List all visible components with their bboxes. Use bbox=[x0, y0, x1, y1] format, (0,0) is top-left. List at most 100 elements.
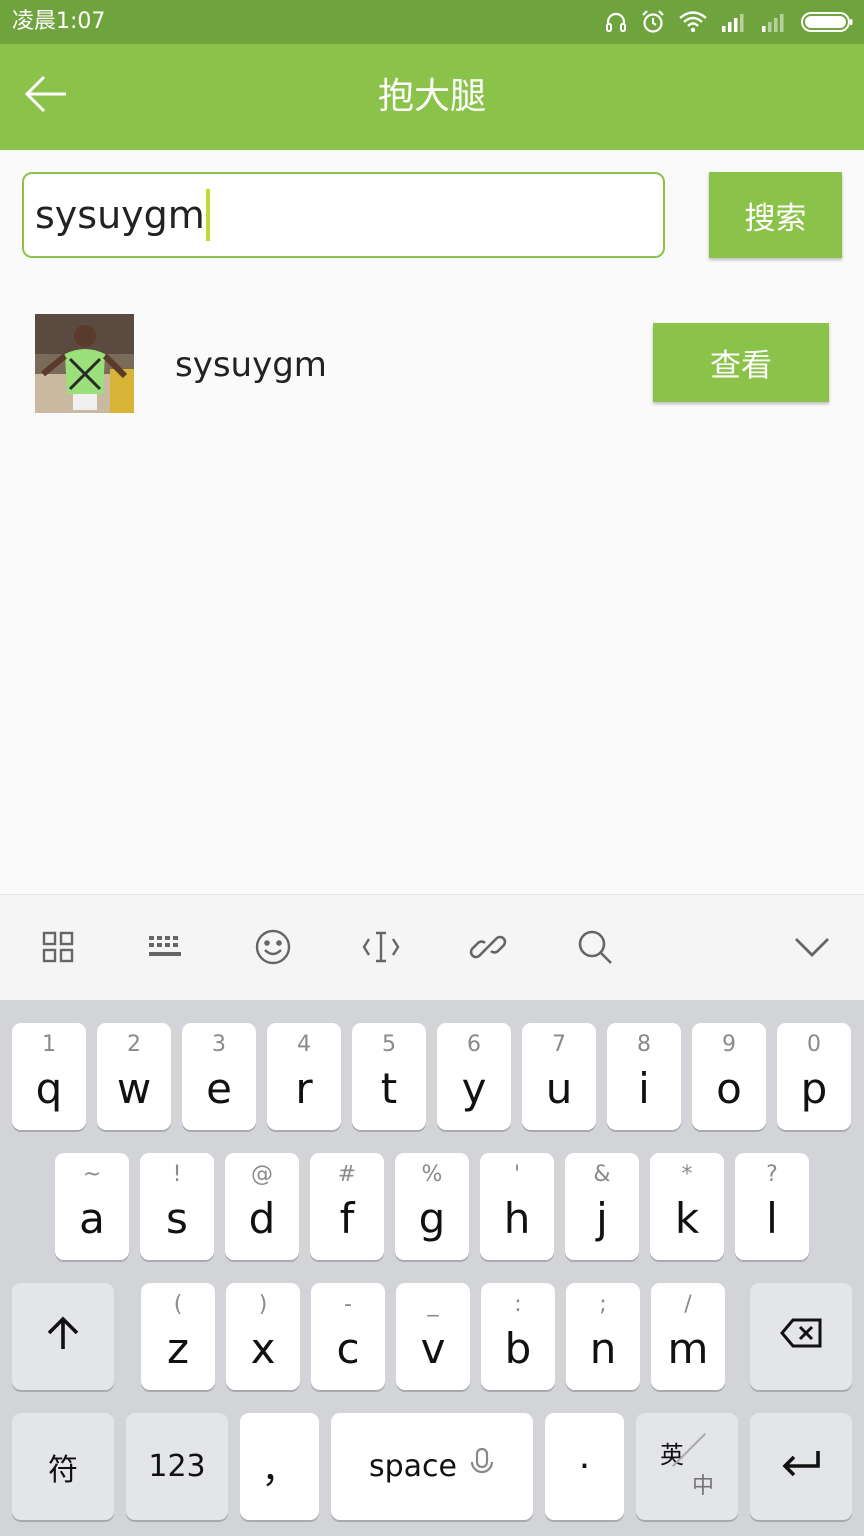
key-hint: ) bbox=[258, 1292, 268, 1317]
key-hint: : bbox=[514, 1292, 522, 1317]
key-j[interactable]: & j bbox=[565, 1153, 639, 1260]
key-label: f bbox=[339, 1194, 355, 1243]
text-cursor-icon[interactable] bbox=[355, 921, 407, 973]
key-v[interactable]: _ v bbox=[396, 1283, 470, 1390]
key-s[interactable]: ! s bbox=[140, 1153, 214, 1260]
search-icon[interactable] bbox=[569, 921, 621, 973]
key-z[interactable]: (z bbox=[141, 1283, 215, 1390]
comma-key[interactable]: ， bbox=[240, 1413, 319, 1520]
key-hint: ' bbox=[513, 1162, 521, 1187]
key-label: t bbox=[380, 1064, 398, 1113]
key-o[interactable]: 9o bbox=[692, 1023, 766, 1130]
key-b[interactable]: :b bbox=[481, 1283, 555, 1390]
emoji-icon[interactable] bbox=[247, 921, 299, 973]
period-key[interactable]: · bbox=[545, 1413, 624, 1520]
key-label: o bbox=[716, 1064, 742, 1113]
key-hint: 4 bbox=[297, 1032, 311, 1057]
link-icon[interactable] bbox=[462, 921, 514, 973]
key-hint: 7 bbox=[552, 1032, 566, 1057]
key-f[interactable]: # f bbox=[310, 1153, 384, 1260]
key-hint: & bbox=[593, 1162, 611, 1187]
key-label: g bbox=[418, 1194, 446, 1243]
key-l[interactable]: ? l bbox=[735, 1153, 809, 1260]
key-h[interactable]: ' h bbox=[480, 1153, 554, 1260]
key-hint: 2 bbox=[127, 1032, 141, 1057]
chevron-down-icon[interactable] bbox=[786, 921, 838, 973]
page-title: 抱大腿 bbox=[377, 76, 486, 117]
search-button[interactable]: 搜索 bbox=[709, 172, 842, 258]
key-a[interactable]: ~ a bbox=[55, 1153, 129, 1260]
key-w[interactable]: 2w bbox=[97, 1023, 171, 1130]
wifi-icon bbox=[678, 10, 708, 34]
key-label: s bbox=[166, 1194, 188, 1243]
shift-key[interactable] bbox=[12, 1283, 114, 1390]
key-hint: * bbox=[681, 1162, 693, 1187]
key-t[interactable]: 5t bbox=[352, 1023, 426, 1130]
key-hint: % bbox=[421, 1162, 443, 1187]
key-hint: ? bbox=[766, 1162, 778, 1187]
key-label: q bbox=[35, 1064, 63, 1113]
key-q[interactable]: 1q bbox=[12, 1023, 86, 1130]
key-k[interactable]: * k bbox=[650, 1153, 724, 1260]
search-input[interactable]: sysuygm bbox=[22, 172, 665, 258]
language-switch-key[interactable]: 英 中 bbox=[636, 1413, 738, 1520]
key-hint: 1 bbox=[42, 1032, 56, 1057]
key-hint: _ bbox=[427, 1292, 439, 1317]
key-hint: ~ bbox=[82, 1162, 102, 1187]
text-cursor bbox=[205, 189, 210, 241]
key-label: z bbox=[166, 1324, 190, 1373]
key-hint: 5 bbox=[382, 1032, 396, 1057]
key-x[interactable]: ) x bbox=[226, 1283, 300, 1390]
key-i[interactable]: 8i bbox=[607, 1023, 681, 1130]
backspace-key[interactable] bbox=[750, 1283, 852, 1390]
key-hint: @ bbox=[251, 1162, 273, 1187]
key-label: w bbox=[116, 1064, 152, 1113]
key-m[interactable]: / m bbox=[651, 1283, 725, 1390]
key-label: x bbox=[250, 1324, 276, 1373]
key-label: b bbox=[504, 1324, 532, 1373]
key-c[interactable]: -c bbox=[311, 1283, 385, 1390]
key-n[interactable]: ; n bbox=[566, 1283, 640, 1390]
space-key[interactable]: space bbox=[331, 1413, 533, 1520]
key-hint: ( bbox=[173, 1292, 183, 1317]
key-hint: 6 bbox=[467, 1032, 481, 1057]
key-hint: 9 bbox=[722, 1032, 736, 1057]
key-label: h bbox=[503, 1194, 531, 1243]
lang-chinese-label: 中 bbox=[691, 1474, 714, 1499]
enter-icon bbox=[780, 1448, 822, 1486]
grid-icon[interactable] bbox=[32, 921, 84, 973]
numbers-key[interactable]: 123 bbox=[126, 1413, 228, 1520]
key-hint: # bbox=[337, 1162, 357, 1187]
enter-key[interactable] bbox=[750, 1413, 852, 1520]
key-label: c bbox=[336, 1324, 360, 1373]
alarm-icon bbox=[640, 9, 666, 35]
key-r[interactable]: 4r bbox=[267, 1023, 341, 1130]
symbols-key[interactable]: 符 bbox=[12, 1413, 114, 1520]
signal-icon-2 bbox=[760, 11, 788, 33]
key-u[interactable]: 7u bbox=[522, 1023, 596, 1130]
key-hint: 0 bbox=[807, 1032, 821, 1057]
key-hint: ; bbox=[599, 1292, 607, 1317]
key-label: l bbox=[766, 1194, 778, 1243]
status-time: 凌晨1:07 bbox=[12, 9, 106, 34]
key-g[interactable]: % g bbox=[395, 1153, 469, 1260]
key-hint: - bbox=[344, 1292, 352, 1317]
key-e[interactable]: 3e bbox=[182, 1023, 256, 1130]
avatar bbox=[35, 314, 134, 413]
key-hint: / bbox=[684, 1292, 692, 1317]
key-label: k bbox=[674, 1194, 700, 1243]
key-hint: ! bbox=[172, 1162, 182, 1187]
shift-icon bbox=[43, 1313, 83, 1361]
keyboard-icon[interactable] bbox=[139, 921, 191, 973]
key-label: n bbox=[589, 1324, 617, 1373]
key-y[interactable]: 6y bbox=[437, 1023, 511, 1130]
search-input-value: sysuygm bbox=[35, 193, 205, 237]
key-hint: 8 bbox=[637, 1032, 651, 1057]
key-label: j bbox=[596, 1194, 608, 1243]
period-key-label: · bbox=[578, 1446, 591, 1487]
view-button[interactable]: 查看 bbox=[653, 323, 829, 402]
keyboard-toolbar bbox=[0, 894, 864, 1000]
key-d[interactable]: @ d bbox=[225, 1153, 299, 1260]
key-label: r bbox=[295, 1064, 313, 1113]
key-p[interactable]: 0p bbox=[777, 1023, 851, 1130]
